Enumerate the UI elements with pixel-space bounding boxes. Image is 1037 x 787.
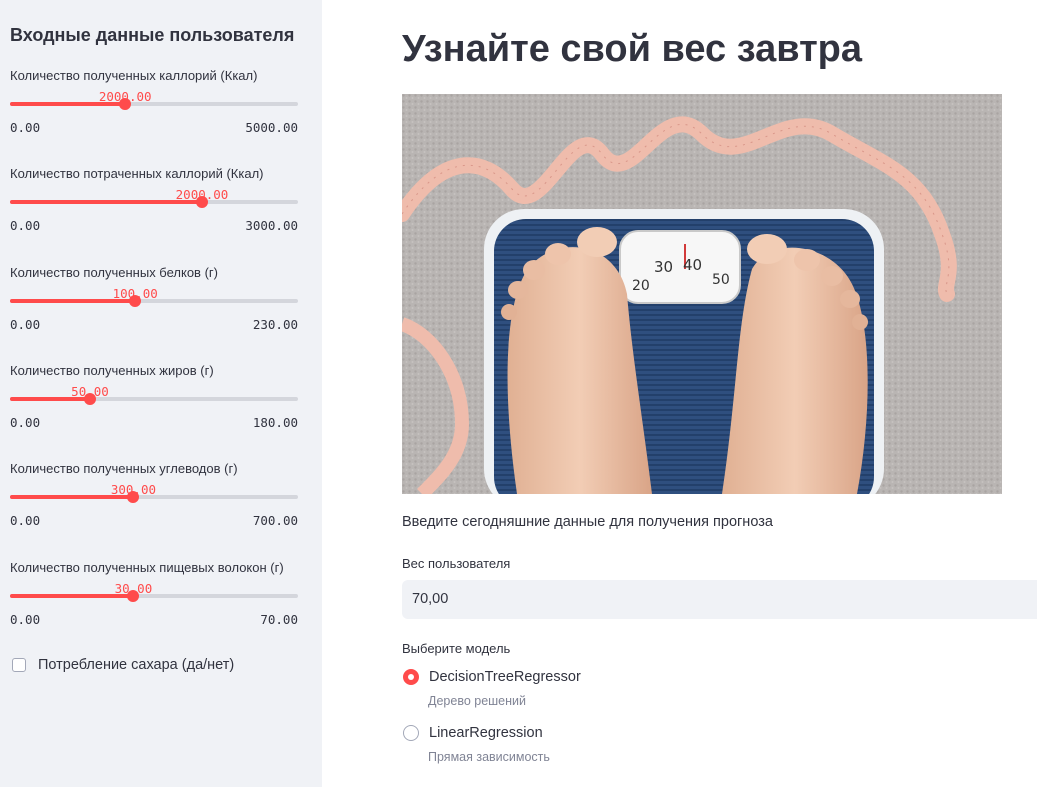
slider-max: 3000.00 — [245, 218, 298, 233]
checkbox-box[interactable] — [12, 658, 26, 672]
slider-min: 0.00 — [10, 612, 41, 627]
slider-calories-in[interactable]: Количество полученных каллорий (Ккал) 20… — [10, 68, 298, 148]
radio-decision-tree[interactable]: DecisionTreeRegressor — [403, 669, 581, 685]
slider-max: 5000.00 — [245, 120, 298, 135]
slider-track[interactable] — [10, 98, 298, 110]
slider-fill — [10, 102, 126, 106]
slider-protein[interactable]: Количество полученных белков (г) 100.00 … — [10, 265, 298, 345]
slider-track[interactable] — [10, 196, 298, 208]
slider-carbs[interactable]: Количество полученных углеводов (г) 300.… — [10, 461, 298, 541]
slider-thumb[interactable] — [127, 590, 140, 602]
slider-max: 70.00 — [260, 612, 298, 627]
slider-thumb[interactable] — [119, 98, 132, 110]
radio-label: LinearRegression — [429, 725, 543, 741]
weight-label: Вес пользователя — [402, 556, 511, 571]
slider-label: Количество полученных жиров (г) — [10, 363, 214, 378]
slider-fill — [10, 495, 134, 499]
intro-text: Введите сегодняшние данные для получения… — [402, 514, 773, 530]
radio-caption: Прямая зависимость — [428, 750, 550, 764]
slider-fill — [10, 397, 90, 401]
slider-min: 0.00 — [10, 415, 41, 430]
slider-min: 0.00 — [10, 317, 41, 332]
slider-fill — [10, 200, 202, 204]
slider-min: 0.00 — [10, 513, 41, 528]
sidebar: Входные данные пользователя Количество п… — [0, 0, 322, 787]
scale-dial-20: 20 — [632, 278, 650, 294]
slider-fill — [10, 594, 134, 598]
slider-label: Количество полученных углеводов (г) — [10, 461, 238, 476]
scale-dial-50: 50 — [712, 272, 730, 288]
scale-dial-30: 30 — [654, 258, 673, 276]
slider-label: Количество полученных пищевых волокон (г… — [10, 560, 284, 575]
slider-calories-out[interactable]: Количество потраченных каллорий (Ккал) 2… — [10, 166, 298, 246]
sidebar-title: Входные данные пользователя — [10, 25, 295, 45]
slider-track[interactable] — [10, 491, 298, 503]
scale-image: 20 30 40 50 — [402, 94, 1002, 494]
slider-max: 230.00 — [252, 317, 298, 332]
page-title: Узнайте свой вес завтра — [402, 28, 863, 70]
slider-fiber[interactable]: Количество полученных пищевых волокон (г… — [10, 560, 298, 640]
checkbox-label: Потребление сахара (да/нет) — [38, 657, 235, 673]
slider-track[interactable] — [10, 590, 298, 602]
scale-dial-40: 40 — [683, 256, 702, 274]
radio-caption: Дерево решений — [428, 694, 526, 708]
slider-max: 180.00 — [252, 415, 298, 430]
slider-min: 0.00 — [10, 218, 41, 233]
radio-linear-regression[interactable]: LinearRegression — [403, 725, 543, 741]
slider-thumb[interactable] — [129, 295, 142, 307]
slider-thumb[interactable] — [127, 491, 140, 503]
radio-unselected-icon[interactable] — [403, 725, 419, 741]
model-label: Выберите модель — [402, 641, 511, 656]
slider-max: 700.00 — [252, 513, 298, 528]
slider-fat[interactable]: Количество полученных жиров (г) 50.00 0.… — [10, 363, 298, 443]
slider-fill — [10, 299, 136, 303]
slider-label: Количество полученных белков (г) — [10, 265, 218, 280]
slider-label: Количество потраченных каллорий (Ккал) — [10, 166, 264, 181]
slider-label: Количество полученных каллорий (Ккал) — [10, 68, 258, 83]
slider-track[interactable] — [10, 295, 298, 307]
radio-selected-icon[interactable] — [403, 669, 419, 685]
slider-min: 0.00 — [10, 120, 41, 135]
weight-input[interactable]: 70,00 — [402, 580, 1037, 619]
slider-thumb[interactable] — [196, 196, 208, 208]
sugar-checkbox[interactable]: Потребление сахара (да/нет) — [12, 657, 234, 673]
radio-label: DecisionTreeRegressor — [429, 669, 581, 685]
slider-thumb[interactable] — [84, 393, 96, 405]
slider-track[interactable] — [10, 393, 298, 405]
